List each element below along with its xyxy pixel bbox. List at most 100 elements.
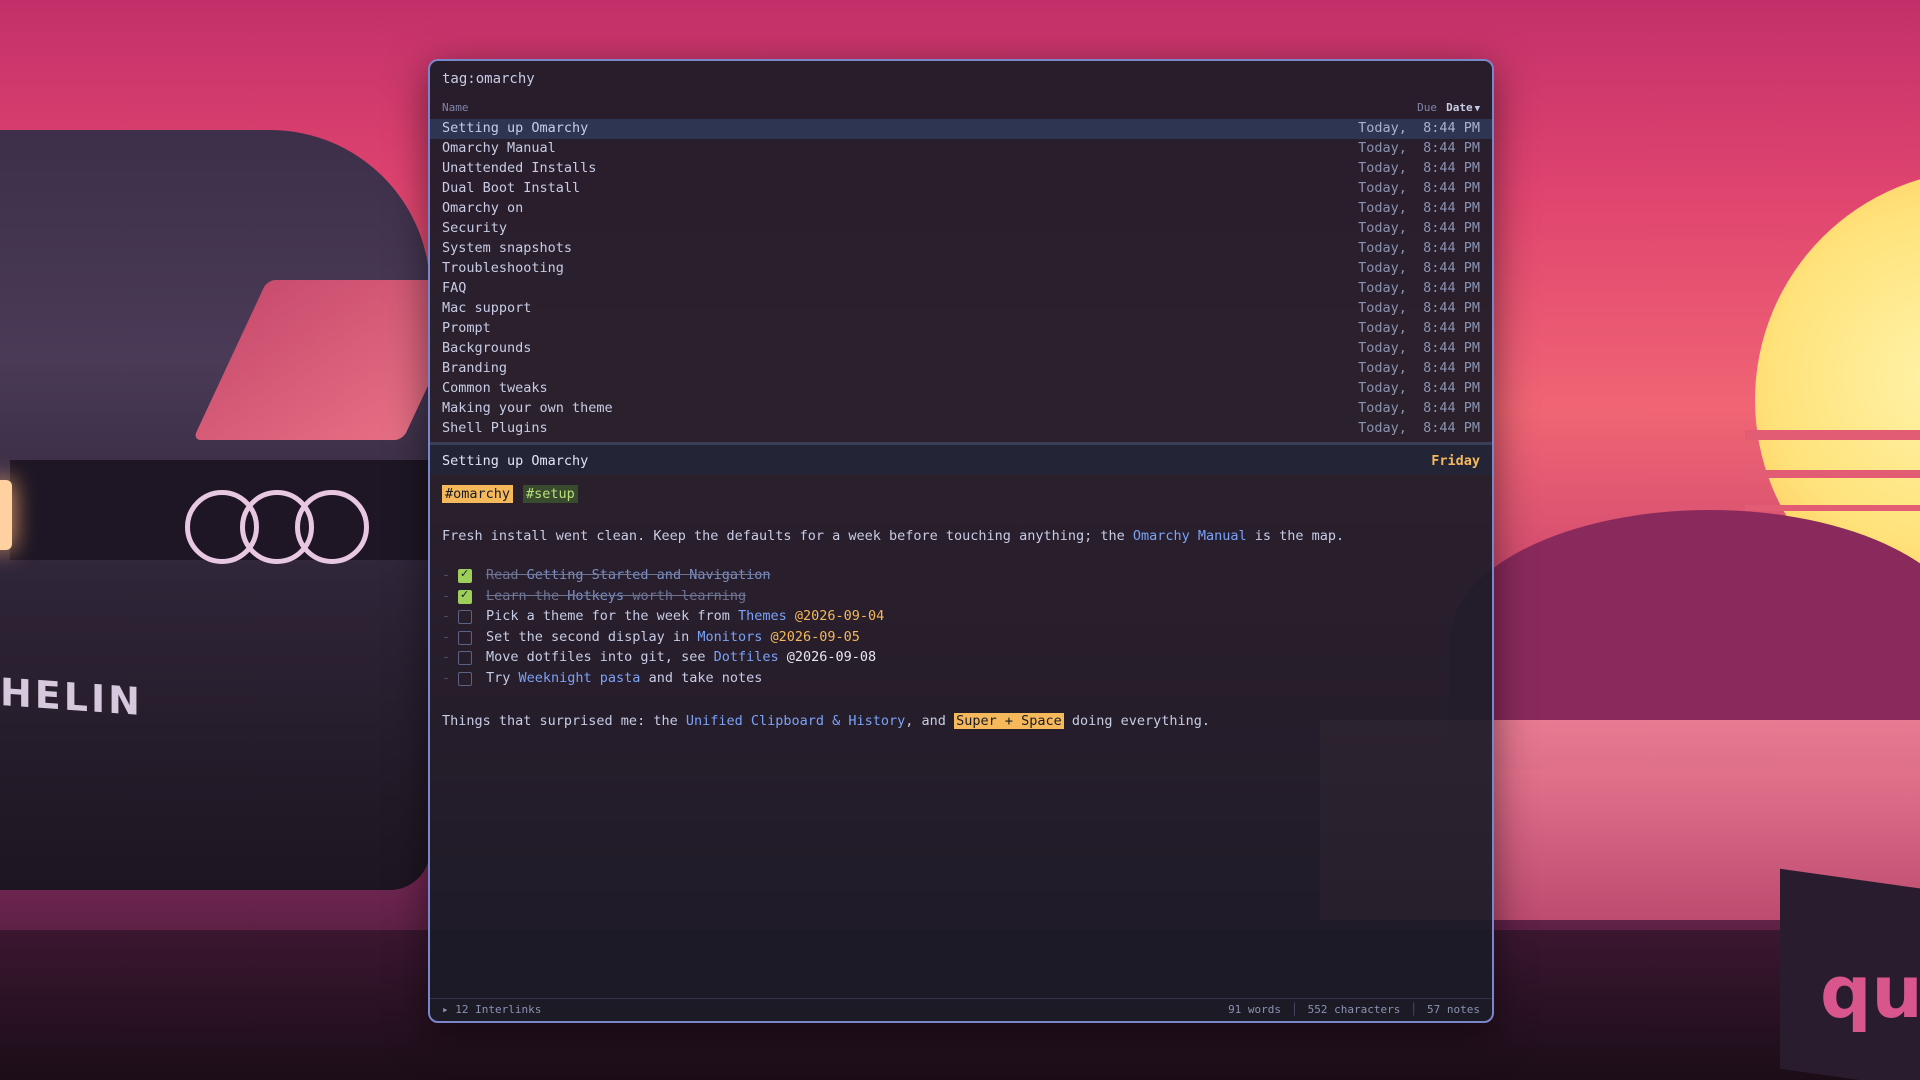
column-date[interactable]: Date ▼	[1446, 101, 1480, 114]
note-row[interactable]: Common tweaks Today, 8:44 PM	[430, 379, 1492, 399]
note-name: Prompt	[442, 320, 491, 336]
note-name: System snapshots	[442, 240, 573, 256]
note-name: Branding	[442, 360, 508, 376]
note-date: Today, 8:44 PM	[1358, 360, 1480, 376]
link-unified-clipboard[interactable]: Unified Clipboard & History	[686, 713, 905, 729]
task-item: - Learn the Hotkeys worth learning	[442, 587, 746, 608]
sun-band	[1745, 505, 1920, 511]
note-date: Today, 8:44 PM	[1358, 380, 1480, 396]
car-logo-ring	[295, 490, 369, 564]
link-dotfiles[interactable]: Dotfiles	[714, 649, 779, 665]
link-getting-started[interactable]: Getting Started and Navigation	[527, 567, 771, 583]
outro-paragraph: Things that surprised me: the Unified Cl…	[442, 713, 1210, 729]
checkbox-unchecked[interactable]	[458, 651, 472, 665]
bullet-icon: -	[442, 567, 451, 583]
bullet-icon: -	[442, 608, 451, 624]
tag-omarchy-label: omarchy	[453, 486, 511, 502]
notes-window: tag:omarchy Name Due Date ▼ Setting up Om…	[428, 59, 1494, 1023]
task-label: Set the second display in	[486, 628, 698, 645]
note-row[interactable]: FAQ Today, 8:44 PM	[430, 279, 1492, 299]
checkbox-unchecked[interactable]	[458, 630, 472, 645]
note-row[interactable]: Backgrounds Today, 8:44 PM	[430, 339, 1492, 359]
note-row[interactable]: Security Today, 8:44 PM	[430, 219, 1492, 239]
task-text: Read Getting Started and Navigation	[486, 567, 770, 583]
intro-text: Fresh install went clean. Keep the defau…	[442, 528, 1133, 544]
task-label: Read	[486, 567, 527, 583]
note-name: Making your own theme	[442, 400, 613, 416]
note-name: Mac support	[442, 300, 532, 316]
task-item: - Pick a theme for the week from Themes …	[442, 607, 884, 628]
note-row[interactable]: Prompt Today, 8:44 PM	[430, 319, 1492, 339]
note-name: Omarchy on	[442, 200, 524, 216]
column-name[interactable]: Name	[442, 101, 469, 114]
search-query[interactable]: tag:omarchy	[442, 71, 535, 87]
bullet-icon: -	[442, 669, 451, 686]
task-label: Pick a theme for the week from	[486, 608, 738, 624]
checkbox-unchecked[interactable]	[458, 610, 472, 624]
note-name: FAQ	[442, 280, 467, 296]
task-text: Set the second display in Monitors @2026…	[486, 629, 860, 645]
car-badge: HELIN	[0, 670, 143, 724]
checkbox-checked[interactable]	[458, 588, 472, 604]
status-divider: │	[1410, 1003, 1418, 1016]
column-due[interactable]: Due	[1417, 101, 1437, 114]
note-row[interactable]: System snapshots Today, 8:44 PM	[430, 239, 1492, 259]
note-name: Dual Boot Install	[442, 180, 581, 196]
note-name: Security	[442, 220, 508, 236]
outro-text-end: doing everything.	[1063, 713, 1211, 729]
task-label-end: worth learning	[624, 587, 747, 604]
checkbox-unchecked[interactable]	[458, 671, 472, 686]
link-hotkeys[interactable]: Hotkeys	[567, 588, 624, 604]
tag-omarchy[interactable]: #omarchy	[442, 485, 514, 503]
column-date-label: Date	[1446, 101, 1473, 114]
note-list: Setting up Omarchy Today, 8:44 PM Omarchy …	[430, 119, 1492, 439]
preview-header: Setting up Omarchy Friday	[430, 445, 1492, 475]
note-row[interactable]: Omarchy Manual Today, 8:44 PM	[430, 139, 1492, 159]
note-date: Today, 8:44 PM	[1358, 320, 1480, 336]
note-row[interactable]: Branding Today, 8:44 PM	[430, 359, 1492, 379]
note-row[interactable]: Omarchy on Today, 8:44 PM	[430, 199, 1492, 219]
note-row[interactable]: Making your own theme Today, 8:44 PM	[430, 399, 1492, 419]
tag-setup[interactable]: #setup	[523, 485, 578, 503]
note-date: Today, 8:44 PM	[1358, 160, 1480, 176]
link-monitors[interactable]: Monitors	[697, 629, 762, 645]
link-themes[interactable]: Themes	[738, 608, 787, 624]
note-row[interactable]: Troubleshooting Today, 8:44 PM	[430, 259, 1492, 279]
preview-title: Setting up Omarchy	[442, 453, 589, 469]
due-date: @2026-09-08	[786, 649, 877, 665]
link-omarchy-manual[interactable]: Omarchy Manual	[1133, 528, 1247, 544]
note-date: Today, 8:44 PM	[1358, 400, 1480, 416]
task-text: Pick a theme for the week from Themes @2…	[486, 608, 884, 624]
note-row[interactable]: Shell Plugins Today, 8:44 PM	[430, 419, 1492, 439]
column-header: Name Due Date ▼	[430, 97, 1492, 117]
note-date: Today, 8:44 PM	[1358, 300, 1480, 316]
note-row[interactable]: Mac support Today, 8:44 PM	[430, 299, 1492, 319]
bullet-icon: -	[442, 649, 451, 665]
checkbox-checked[interactable]	[458, 567, 472, 583]
due-date: @2026-09-04	[794, 608, 885, 624]
task-item: - Set the second display in Monitors @20…	[442, 628, 860, 649]
note-date: Today, 8:44 PM	[1358, 200, 1480, 216]
note-row[interactable]: Setting up Omarchy Today, 8:44 PM	[430, 119, 1492, 139]
interlinks-status[interactable]: ▸ 12 Interlinks	[442, 1003, 541, 1016]
task-list: - Read Getting Started and Navigation - …	[442, 566, 884, 689]
intro-text-end: is the map.	[1246, 528, 1345, 544]
status-bar: ▸ 12 Interlinks 91 words │ 552 characters │…	[430, 998, 1492, 1021]
status-divider: │	[1291, 1003, 1298, 1016]
task-label: Learn the	[486, 587, 568, 604]
task-text: Try Weeknight pasta and take notes	[486, 670, 762, 686]
word-count: 91 words	[1228, 1003, 1282, 1016]
tag-hash: #	[445, 486, 454, 502]
task-label: Try	[486, 669, 519, 686]
task-label: Move dotfiles into git, see	[486, 649, 714, 665]
note-date: Today, 8:44 PM	[1358, 140, 1480, 156]
task-label-end: and take notes	[640, 669, 763, 686]
bullet-icon: ▸	[442, 1003, 456, 1016]
task-item: - Move dotfiles into git, see Dotfiles @…	[442, 648, 876, 669]
note-row[interactable]: Dual Boot Install Today, 8:44 PM	[430, 179, 1492, 199]
note-row[interactable]: Unattended Installs Today, 8:44 PM	[430, 159, 1492, 179]
sort-desc-icon: ▼	[1474, 104, 1480, 114]
note-date: Today, 8:44 PM	[1358, 280, 1480, 296]
link-weeknight-pasta[interactable]: Weeknight pasta	[519, 670, 641, 686]
task-item: - Read Getting Started and Navigation	[442, 566, 770, 587]
